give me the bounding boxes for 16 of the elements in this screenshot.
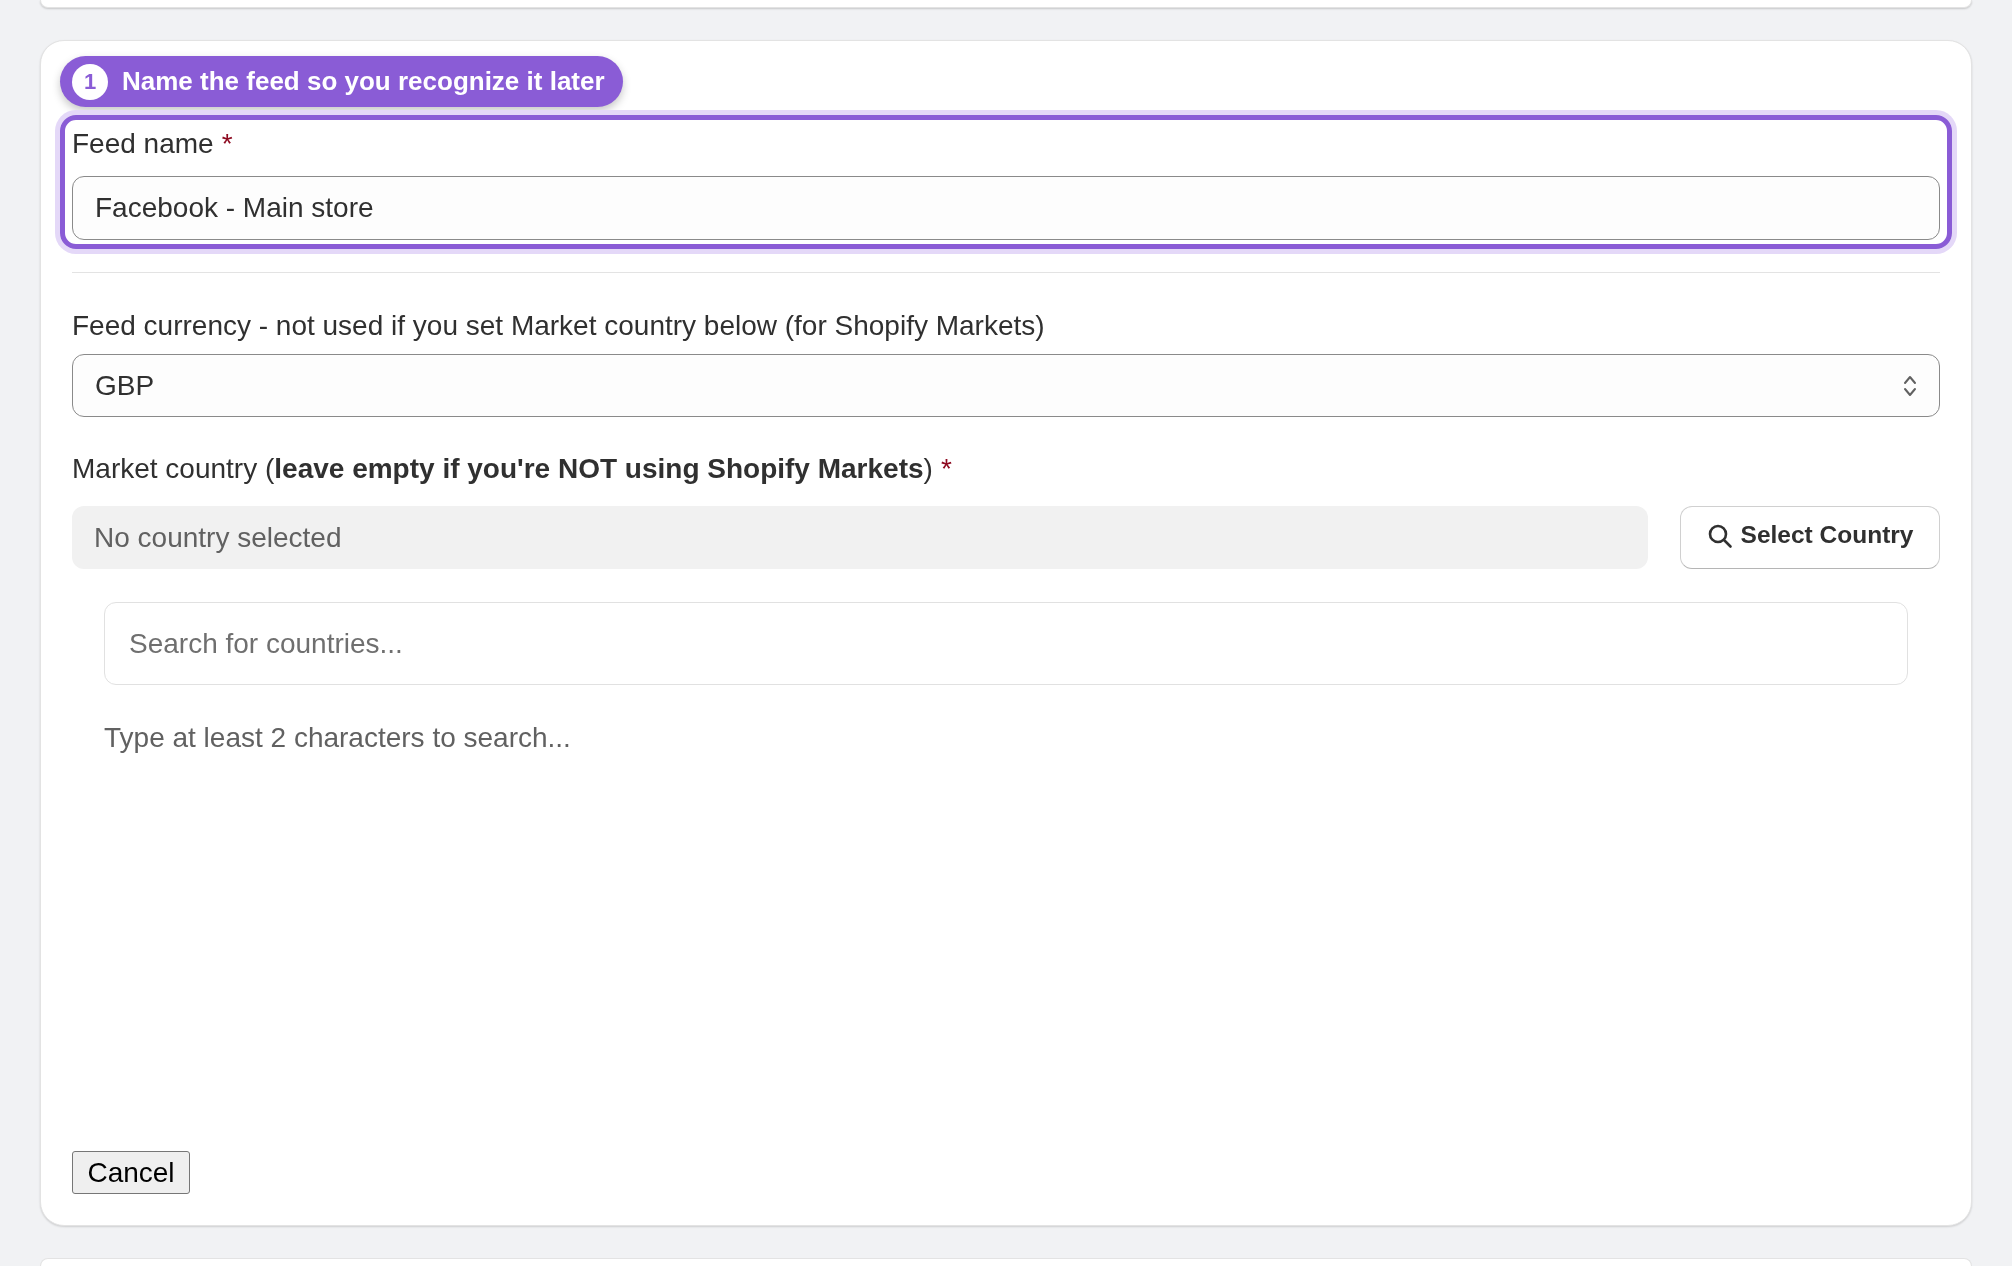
required-asterisk: * (221, 127, 233, 161)
country-search-input[interactable]: Search for countries... (104, 602, 1908, 685)
search-icon (1706, 522, 1733, 549)
chevron-up-down-icon (1903, 373, 1917, 398)
step-title: Name the feed so you recognize it later (122, 65, 605, 98)
field-label: Market country (leave empty if you're NOT using Shopify Markets) (72, 452, 933, 486)
step-number: 1 (72, 63, 108, 100)
cancel-button[interactable]: Cancel (72, 1151, 190, 1194)
select-country-button[interactable]: Select Country (1680, 506, 1940, 569)
search-hint: Type at least 2 characters to search... (104, 721, 572, 755)
feed-name-input[interactable]: Facebook - Main store (72, 176, 1940, 240)
field-label: Feed currency - not used if you set Market country below (for Shopify Markets) (72, 309, 1045, 343)
field-label: Feed name (72, 127, 214, 161)
selected-country-field: No country selected (72, 506, 1648, 569)
required-asterisk: * (940, 452, 952, 486)
currency-select[interactable]: GBP (72, 354, 1940, 417)
